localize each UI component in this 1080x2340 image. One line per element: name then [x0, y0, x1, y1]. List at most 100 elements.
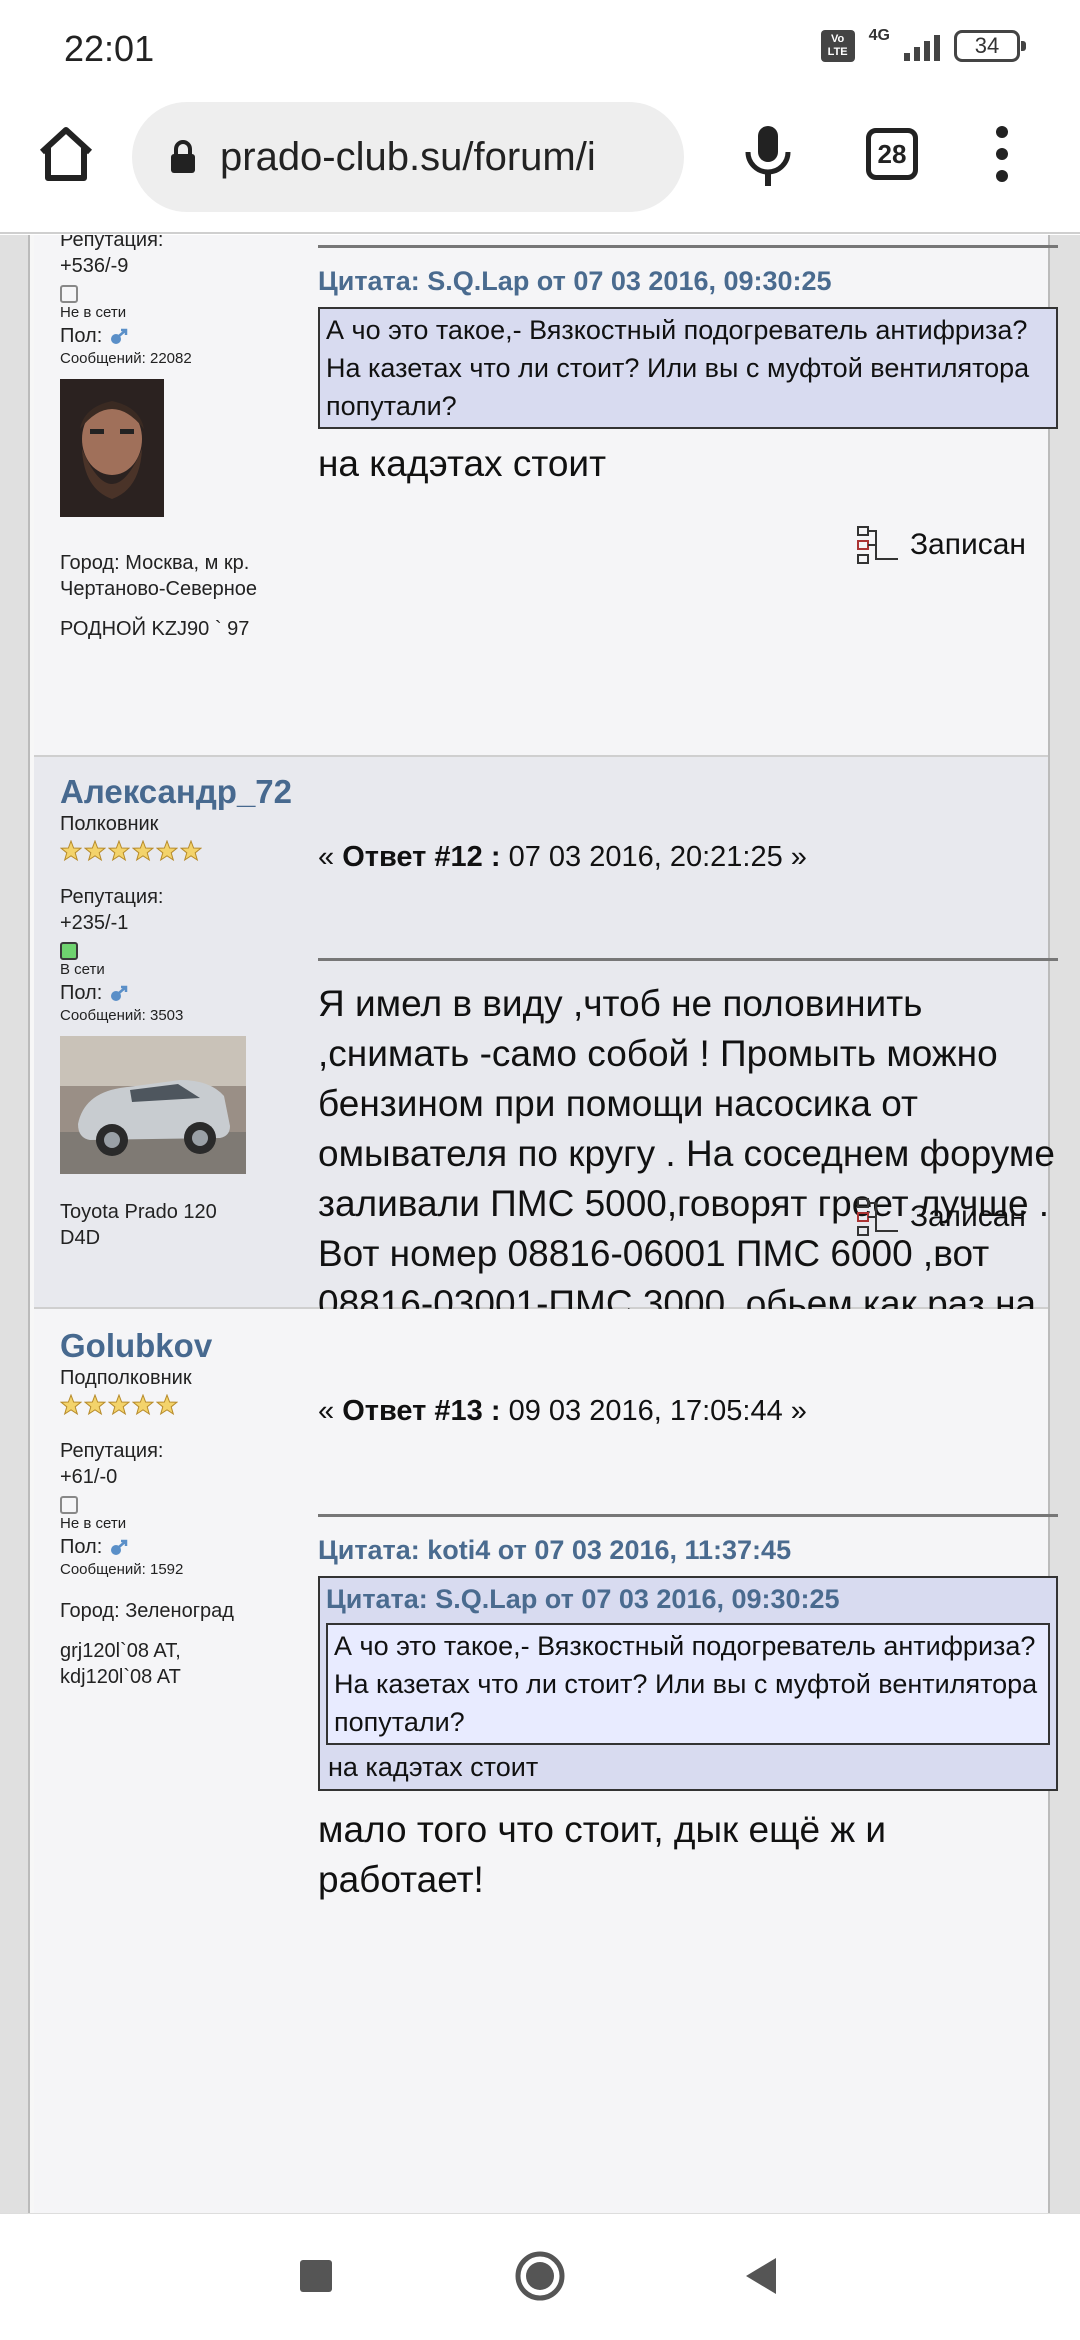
- reply-number: Ответ #12 :: [342, 841, 501, 873]
- star-icon: [132, 1394, 154, 1416]
- forum-frame: Репутация: +536/-9 Не в сети Пол: Сообще…: [28, 235, 1058, 2213]
- recorded-icon: [856, 1198, 898, 1236]
- quote-text: А чо это такое,- Вязкостный подогревател…: [318, 307, 1058, 429]
- forum-post: Репутация: +536/-9 Не в сети Пол: Сообще…: [34, 235, 1058, 757]
- post-message: Цитата: S.Q.Lap от 07 03 2016, 09:30:25 …: [318, 245, 1058, 489]
- quote-header[interactable]: Цитата: koti4 от 07 03 2016, 11:37:45: [318, 1535, 1058, 1566]
- star-icon: [108, 840, 130, 862]
- star-icon: [132, 840, 154, 862]
- page-content: Репутация: +536/-9 Не в сети Пол: Сообще…: [0, 235, 1080, 2213]
- recorded-icon: [856, 526, 898, 564]
- nav-back-icon[interactable]: [742, 2256, 780, 2296]
- gender-row: Пол:: [60, 323, 260, 349]
- star-icon: [180, 840, 202, 862]
- poster-city: Город: Москва, м кр. Чертаново-Северное: [60, 552, 258, 600]
- reputation-label: Репутация:: [60, 886, 164, 908]
- reply-number: Ответ #13 :: [342, 1395, 501, 1427]
- star-icon: [108, 1394, 130, 1416]
- battery-icon: 34: [954, 30, 1026, 62]
- message-count: Сообщений: 1592: [60, 1561, 184, 1578]
- post-date: 07 03 2016, 20:21:25 »: [508, 841, 807, 873]
- online-status: Не в сети: [60, 1515, 127, 1532]
- offline-indicator: [60, 1496, 78, 1514]
- forum-post: Александр_72 Полковник Репутация: +235/-…: [34, 757, 1058, 1381]
- recorded-text: Записан: [909, 1200, 1026, 1233]
- online-status: Не в сети: [60, 304, 127, 321]
- lock-icon: [171, 140, 195, 173]
- poster-signature: grj120l`08 AT, kdj120l`08 AT: [60, 1640, 181, 1688]
- url-text: prado-club.su/forum/i: [220, 134, 596, 179]
- star-icon: [156, 840, 178, 862]
- gender-row: Пол:: [60, 980, 260, 1006]
- browser-toolbar: prado-club.su/forum/i 28: [0, 96, 1080, 234]
- post-body: мало того что стоит, дык ещё ж и работае…: [318, 1809, 887, 1900]
- poster-info: Александр_72 Полковник Репутация: +235/-…: [60, 773, 292, 1251]
- rank-stars: [60, 840, 260, 864]
- inner-quote-text: А чо это такое,- Вязкостный подогревател…: [326, 1623, 1050, 1745]
- poster-name[interactable]: Golubkov: [60, 1327, 260, 1365]
- reputation-value: +61/-0: [60, 1466, 118, 1488]
- poster-rank: Полковник: [60, 813, 159, 835]
- star-icon: [60, 1394, 82, 1416]
- reputation-value: +235/-1: [60, 912, 129, 934]
- signal-icon: [904, 31, 940, 61]
- home-icon[interactable]: [36, 124, 96, 184]
- status-icons: Vo LTE 4G 34: [820, 27, 1026, 62]
- divider: [318, 958, 1058, 961]
- recorded-text: Записан: [909, 528, 1026, 561]
- post-message: « Ответ #12 : 07 03 2016, 20:21:25 » Я и…: [318, 841, 1058, 1381]
- star-icon: [84, 1394, 106, 1416]
- status-time: 22:01: [64, 28, 155, 69]
- status-bar: 22:01 Vo LTE 4G 34: [0, 0, 1080, 96]
- poster-signature: Toyota Prado 120 D4D: [60, 1201, 217, 1249]
- offline-indicator: [60, 285, 78, 303]
- star-icon: [84, 840, 106, 862]
- gender-male-icon: [110, 985, 128, 1001]
- reputation-label: Репутация:: [60, 235, 164, 251]
- post-date: 09 03 2016, 17:05:44 »: [508, 1395, 807, 1427]
- poster-info: Golubkov Подполковник Репутация: +61/-0 …: [60, 1327, 260, 1690]
- reputation-label: Репутация:: [60, 1440, 164, 1462]
- gender-male-icon: [110, 328, 128, 344]
- gender-label: Пол:: [60, 1536, 103, 1558]
- address-bar[interactable]: prado-club.su/forum/i: [132, 102, 684, 212]
- post-message: « Ответ #13 : 09 03 2016, 17:05:44 » Цит…: [318, 1395, 1058, 1905]
- mic-icon[interactable]: [740, 124, 796, 188]
- recorded-label: Записан: [856, 1197, 1026, 1237]
- star-icon: [60, 840, 82, 862]
- avatar[interactable]: [60, 379, 260, 522]
- nav-home-icon[interactable]: [514, 2250, 566, 2302]
- inner-quote-header[interactable]: Цитата: S.Q.Lap от 07 03 2016, 09:30:25: [326, 1584, 1050, 1615]
- quote-header[interactable]: Цитата: S.Q.Lap от 07 03 2016, 09:30:25: [318, 266, 1058, 297]
- forum-post: Golubkov Подполковник Репутация: +61/-0 …: [34, 1309, 1058, 2213]
- avatar[interactable]: [60, 1036, 260, 1179]
- divider: [318, 1514, 1058, 1517]
- network-type: 4G: [868, 27, 890, 44]
- poster-name[interactable]: Александр_72: [60, 773, 292, 811]
- gender-male-icon: [110, 1539, 128, 1555]
- recorded-label: Записан: [856, 525, 1026, 565]
- tabs-button[interactable]: 28: [866, 128, 918, 180]
- rank-stars: [60, 1394, 260, 1418]
- nav-recents-icon[interactable]: [298, 2258, 334, 2294]
- quote-text: на кадэтах стоит: [328, 1752, 539, 1782]
- poster-rank: Подполковник: [60, 1367, 192, 1389]
- poster-city: Город: Зеленоград: [60, 1600, 234, 1622]
- gender-label: Пол:: [60, 982, 103, 1004]
- online-status: В сети: [60, 961, 105, 978]
- gender-row: Пол:: [60, 1534, 260, 1560]
- post-header-prefix: «: [318, 841, 335, 873]
- post-body: на кадэтах стоит: [318, 443, 607, 484]
- system-nav-bar: [0, 2213, 1080, 2340]
- quote-box: Цитата: S.Q.Lap от 07 03 2016, 09:30:25 …: [318, 1576, 1058, 1791]
- divider: [318, 245, 1058, 248]
- message-count: Сообщений: 3503: [60, 1007, 184, 1024]
- poster-signature: РОДНОЙ KZJ90 ` 97: [60, 618, 250, 640]
- post-header[interactable]: « Ответ #13 : 09 03 2016, 17:05:44 »: [318, 1395, 1058, 1428]
- more-vert-icon[interactable]: [994, 126, 1010, 186]
- gender-label: Пол:: [60, 325, 103, 347]
- message-count: Сообщений: 22082: [60, 350, 192, 367]
- online-indicator: [60, 942, 78, 960]
- volte-icon: Vo LTE: [820, 30, 855, 62]
- post-header[interactable]: « Ответ #12 : 07 03 2016, 20:21:25 »: [318, 841, 1058, 874]
